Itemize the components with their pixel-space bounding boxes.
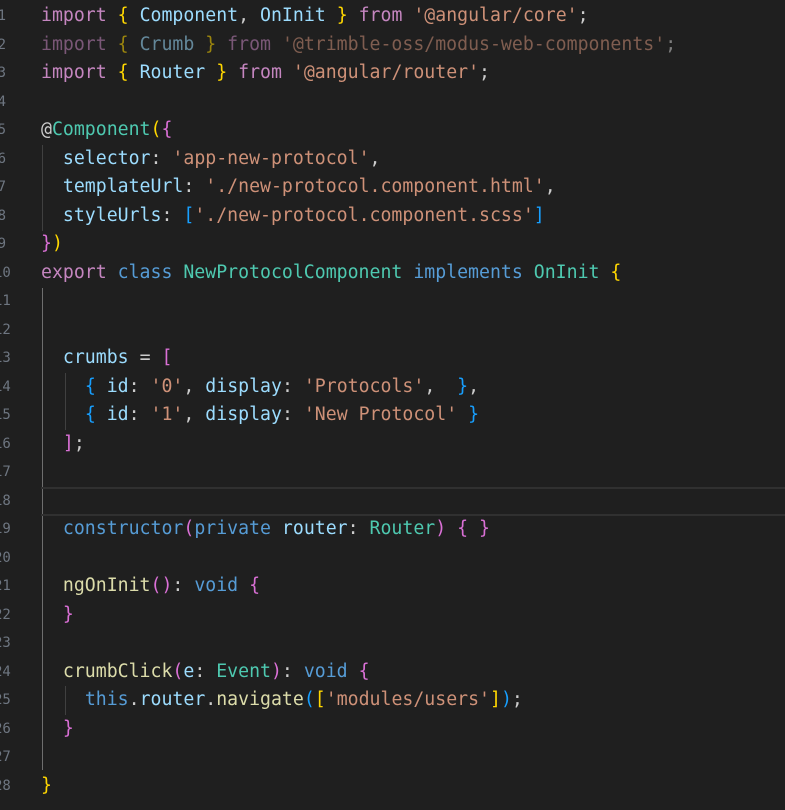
code-line[interactable]: export class NewProtocolComponent implem… [41, 259, 785, 288]
code-line[interactable]: ngOnInit(): void { [41, 572, 785, 601]
code-editor[interactable]: 1 2 3 4 5 6 7 8 9 10 11 12 13 14 15 16 1… [0, 0, 785, 810]
line-number: 15 [0, 407, 11, 423]
line-number: 5 [0, 122, 6, 138]
code-line[interactable]: import { Router } from '@angular/router'… [41, 59, 785, 88]
line-number: 7 [0, 179, 6, 195]
code-line[interactable]: import { Component, OnInit } from '@angu… [41, 2, 785, 31]
code-line[interactable]: ]; [41, 430, 785, 459]
line-number: 1 [0, 8, 6, 24]
line-number: 9 [0, 236, 6, 252]
code-line[interactable]: selector: 'app-new-protocol', [41, 145, 785, 174]
line-number: 28 [0, 778, 11, 794]
line-number: 4 [0, 94, 6, 110]
code-line[interactable]: } [41, 772, 785, 801]
code-line[interactable]: crumbs = [ [41, 344, 785, 373]
code-line[interactable]: { id: '0', display: 'Protocols', }, [41, 373, 785, 402]
code-line[interactable]: crumbClick(e: Event): void { [41, 658, 785, 687]
code-line[interactable]: this.router.navigate(['modules/users']); [41, 686, 785, 715]
line-number: 18 [0, 493, 11, 509]
line-number: 13 [0, 350, 11, 366]
line-number: 12 [0, 322, 11, 338]
line-number: 16 [0, 436, 11, 452]
line-number: 20 [0, 550, 11, 566]
code-line[interactable]: @Component({ [41, 116, 785, 145]
code-line[interactable]: styleUrls: ['./new-protocol.component.sc… [41, 202, 785, 231]
line-number: 25 [0, 692, 11, 708]
code-line[interactable]: constructor(private router: Router) { } [41, 515, 785, 544]
line-number: 11 [0, 293, 11, 309]
line-number: 26 [0, 721, 11, 737]
line-number: 21 [0, 578, 11, 594]
line-number-gutter: 1 2 3 4 5 6 7 8 9 10 11 12 13 14 15 16 1… [0, 0, 11, 810]
code-line[interactable]: import { Crumb } from '@trimble-oss/modu… [41, 31, 785, 60]
line-number: 27 [0, 749, 11, 765]
line-number: 19 [0, 521, 11, 537]
code-line[interactable]: templateUrl: './new-protocol.component.h… [41, 173, 785, 202]
line-number: 23 [0, 635, 11, 651]
code-line[interactable]: } [41, 715, 785, 744]
code-line[interactable]: { id: '1', display: 'New Protocol' } [41, 401, 785, 430]
line-number: 8 [0, 208, 6, 224]
line-number: 6 [0, 151, 6, 167]
code-line[interactable]: }) [41, 230, 785, 259]
line-number: 2 [0, 37, 6, 53]
line-number: 10 [0, 265, 11, 281]
line-number: 17 [0, 464, 11, 480]
code-line[interactable]: } [41, 601, 785, 630]
line-number: 22 [0, 607, 11, 623]
line-number: 3 [0, 65, 6, 81]
current-line-highlight[interactable] [41, 487, 785, 516]
line-number: 14 [0, 379, 11, 395]
line-number: 24 [0, 664, 11, 680]
